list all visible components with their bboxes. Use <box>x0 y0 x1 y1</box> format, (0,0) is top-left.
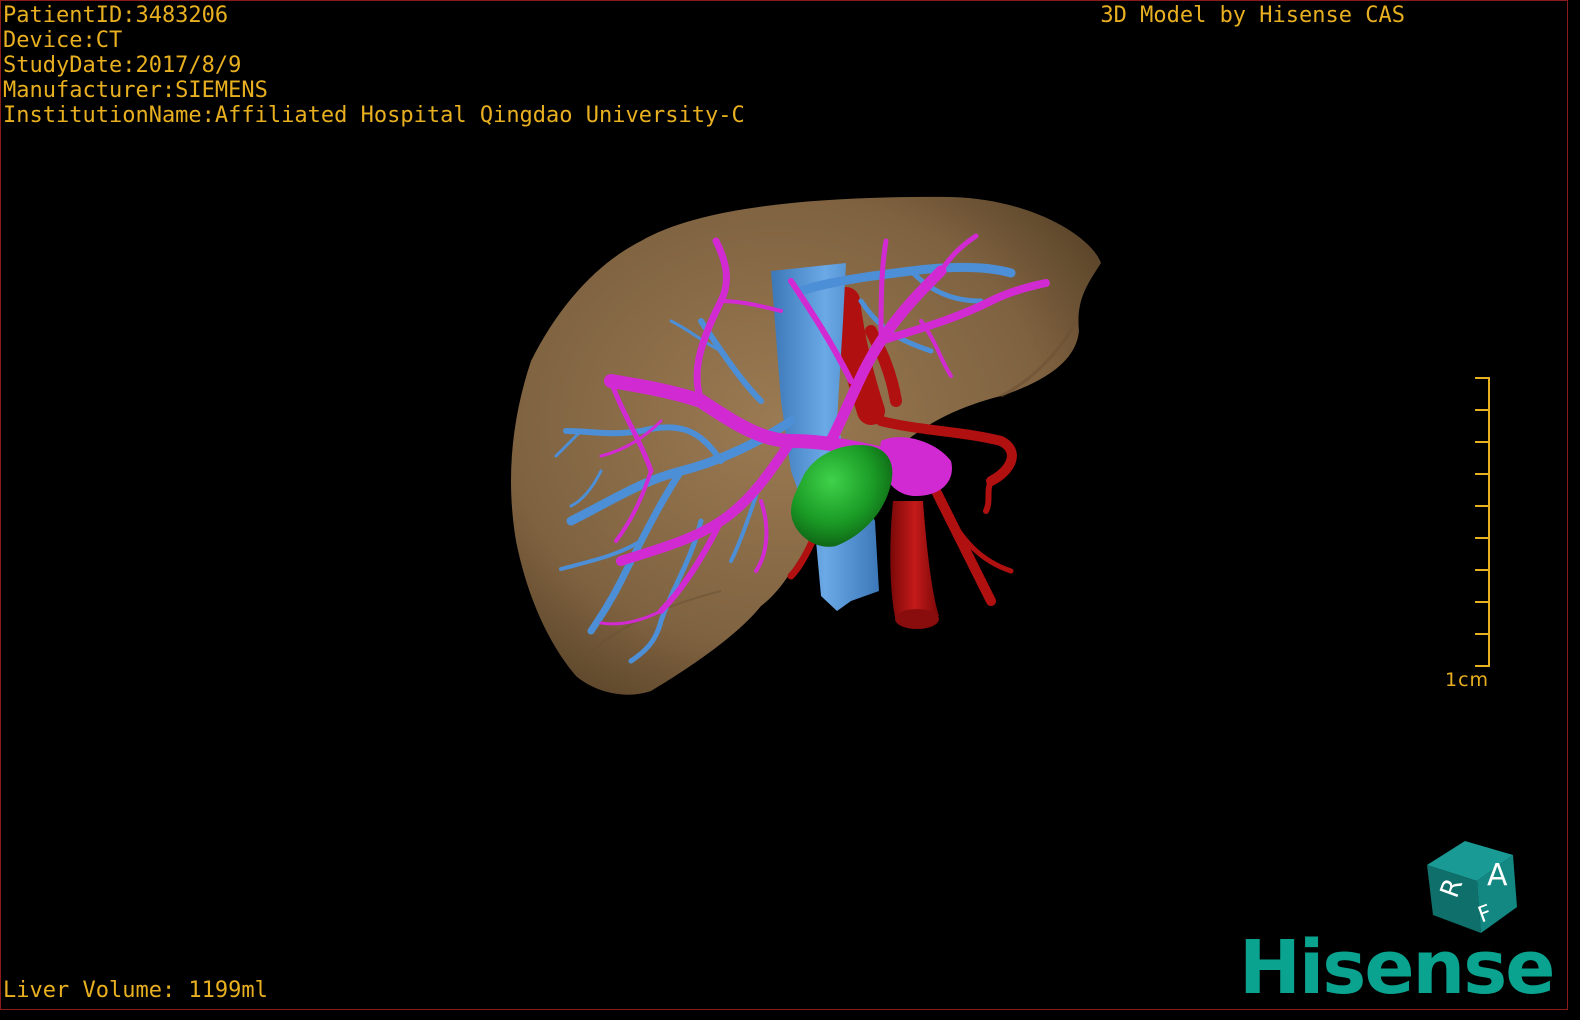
3d-viewport[interactable]: PatientID:3483206 Device:CT StudyDate:20… <box>0 0 1568 1010</box>
hisense-logo: Hisense <box>1239 925 1555 1010</box>
cube-face-front: A <box>1487 858 1508 893</box>
scale-bar-label: 1cm <box>1445 669 1490 691</box>
liver-3d-model[interactable] <box>1 1 1567 1009</box>
orientation-cube[interactable]: R A F <box>1421 837 1521 937</box>
liver-volume-text: Liver Volume: 1199ml <box>3 978 268 1003</box>
aorta <box>890 501 939 621</box>
scale-bar <box>1475 377 1490 667</box>
